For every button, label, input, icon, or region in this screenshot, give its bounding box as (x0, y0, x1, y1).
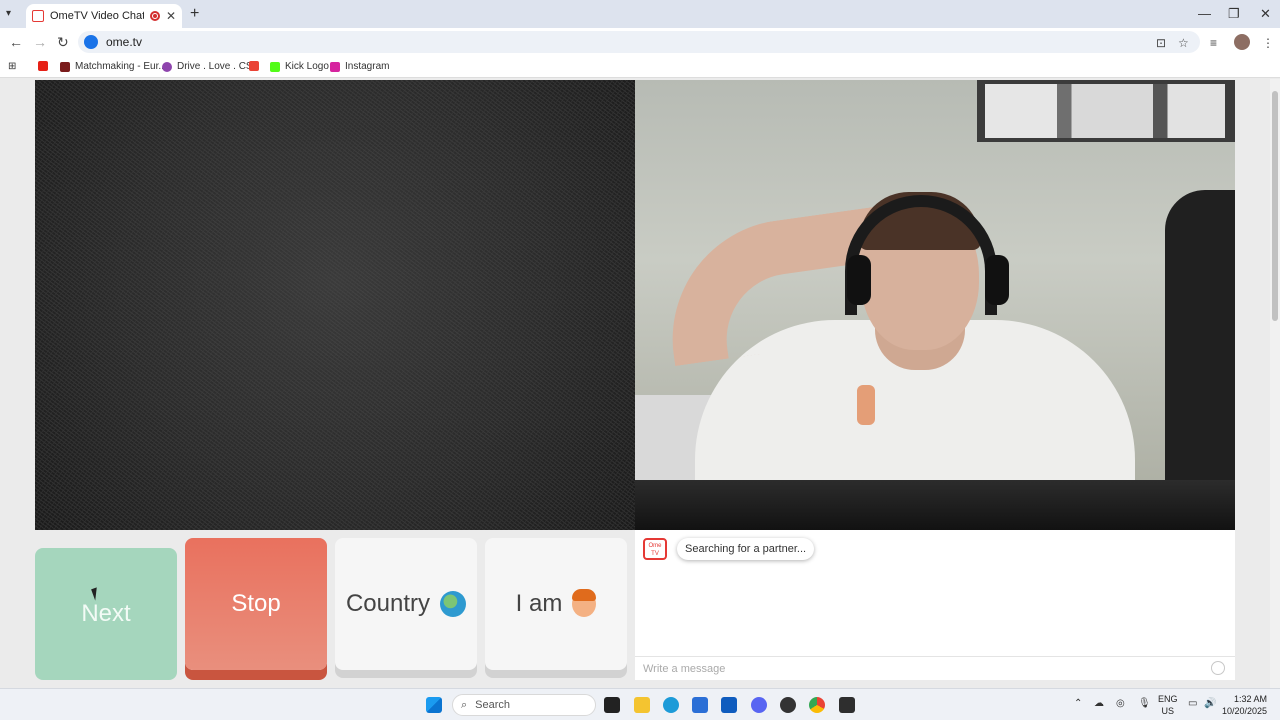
bookmark-icon (162, 61, 172, 72)
ometv-logo: Ome TV (643, 538, 667, 560)
boy-icon (572, 589, 597, 617)
volume-icon[interactable]: 🔊 (1204, 698, 1216, 709)
youtube-icon (38, 61, 48, 71)
network-icon[interactable]: ◎ (1116, 698, 1125, 709)
counter-strike-icon[interactable] (839, 697, 855, 713)
close-tab-icon[interactable]: ✕ (166, 9, 176, 23)
store-icon[interactable] (692, 697, 708, 713)
recording-icon (149, 11, 160, 21)
clock-time: 1:32 AM (1234, 694, 1268, 704)
steam-icon[interactable] (780, 697, 796, 713)
start-icon[interactable] (426, 697, 442, 713)
gaming-chair (1165, 190, 1235, 530)
site-info-icon[interactable] (84, 35, 98, 49)
status-message: Searching for a partner... (677, 538, 815, 560)
close-window-icon[interactable]: ✕ (1260, 6, 1271, 22)
bookmark-instagram[interactable]: Instagram (330, 61, 389, 72)
address-bar[interactable]: ome.tv (78, 31, 1200, 53)
back-icon[interactable]: ← (9, 34, 23, 50)
file-explorer-icon[interactable] (634, 697, 650, 713)
headset-left-cup (847, 255, 871, 305)
instagram-icon (330, 61, 340, 72)
gmail-icon (249, 61, 259, 71)
profile-avatar[interactable] (1234, 34, 1250, 50)
onedrive-icon[interactable]: ☁ (1094, 698, 1104, 709)
new-tab-icon[interactable]: + (190, 5, 199, 23)
tab-title: OmeTV Video Chat — Ome (50, 10, 144, 22)
url-text: ome.tv (106, 35, 143, 49)
lang-bottom: US (1161, 706, 1175, 716)
scrollbar-thumb[interactable] (1272, 91, 1278, 321)
microphone-icon[interactable]: 🎙 (1138, 698, 1151, 709)
windows-taskbar: ⌕ Search ⌃ ☁ ◎ 🎙 ENG US ▭ 🔊 1:32 AM 10/2… (0, 688, 1280, 720)
language-indicator[interactable]: ENG US (1158, 693, 1178, 717)
static-noise (35, 80, 635, 530)
minimize-icon[interactable]: — (1198, 6, 1211, 21)
bookmark-label: Instagram (345, 61, 390, 72)
forward-icon[interactable]: → (33, 34, 47, 50)
system-clock[interactable]: 1:32 AM 10/20/2025 (1222, 693, 1267, 717)
i-am-button[interactable]: I am (485, 538, 627, 670)
bookmark-matchmaking[interactable]: Matchmaking - Eur... (60, 61, 167, 72)
chrome-icon[interactable] (809, 697, 825, 713)
search-label: Search (475, 699, 511, 711)
self-video (635, 80, 1235, 530)
partner-video (35, 80, 635, 530)
i-am-label: I am (515, 590, 563, 617)
bookmark-drive-love-cs2[interactable]: Drive . Love . CS2 (162, 61, 258, 72)
message-input[interactable]: Write a message (635, 656, 1235, 680)
chat-panel: Ome TV Searching for a partner... Write … (635, 530, 1235, 680)
monitor-icon[interactable]: ▭ (1188, 698, 1197, 709)
apps-grid-icon[interactable]: ⊞ (8, 61, 16, 72)
gmail-bookmark[interactable] (249, 61, 264, 71)
emoji-icon[interactable] (1211, 661, 1225, 675)
reload-icon[interactable]: ↻ (57, 34, 69, 51)
toolbar: ← → ↻ ome.tv ⊡ ☆ ≡ ⋮ (0, 28, 1280, 56)
task-view-icon[interactable] (604, 697, 620, 713)
next-label: Next (81, 600, 131, 627)
outlook-icon[interactable] (721, 697, 737, 713)
install-app-icon[interactable]: ⊡ (1156, 36, 1166, 50)
stop-label: Stop (231, 590, 281, 617)
youtube-bookmark[interactable] (38, 61, 53, 71)
edge-icon[interactable] (663, 697, 679, 713)
bookmark-star-icon[interactable]: ☆ (1178, 36, 1189, 50)
bookmark-label: Matchmaking - Eur... (75, 61, 167, 72)
country-button[interactable]: Country (335, 538, 477, 670)
country-label: Country (345, 590, 431, 617)
ometv-favicon-icon (32, 10, 44, 22)
lang-top: ENG (1158, 694, 1178, 704)
tab-ometv[interactable]: OmeTV Video Chat — Ome ✕ (26, 4, 182, 28)
restore-icon[interactable]: ❐ (1228, 6, 1240, 22)
globe-icon (440, 591, 467, 617)
tab-strip: ▾ OmeTV Video Chat — Ome ✕ + — ❐ ✕ (0, 0, 1280, 28)
search-icon: ⌕ (461, 698, 468, 711)
discord-icon[interactable] (751, 697, 767, 713)
desk (635, 480, 1235, 530)
next-button[interactable]: Next (35, 548, 177, 680)
headset-right-cup (985, 255, 1009, 305)
tab-search-icon[interactable]: ▾ (6, 8, 11, 19)
shirt-logo (857, 385, 875, 425)
kick-icon (270, 61, 280, 72)
page-scrollbar[interactable] (1270, 79, 1280, 688)
clock-date: 10/20/2025 (1222, 706, 1268, 716)
menu-icon[interactable]: ⋮ (1262, 36, 1274, 50)
show-hidden-icons-icon[interactable]: ⌃ (1074, 698, 1082, 709)
bookmarks-bar: ⊞ Matchmaking - Eur... Drive . Love . CS… (0, 56, 1280, 78)
wall-pictures (977, 80, 1235, 142)
stop-button[interactable]: Stop (185, 538, 327, 670)
faceit-icon (60, 61, 70, 72)
bookmark-label: Kick Logo (285, 61, 329, 72)
bookmark-label: Drive . Love . CS2 (177, 61, 259, 72)
taskbar-search[interactable]: ⌕ Search (452, 694, 596, 716)
bookmark-kick-logo[interactable]: Kick Logo (270, 61, 329, 72)
media-control-icon[interactable]: ≡ (1210, 36, 1217, 50)
